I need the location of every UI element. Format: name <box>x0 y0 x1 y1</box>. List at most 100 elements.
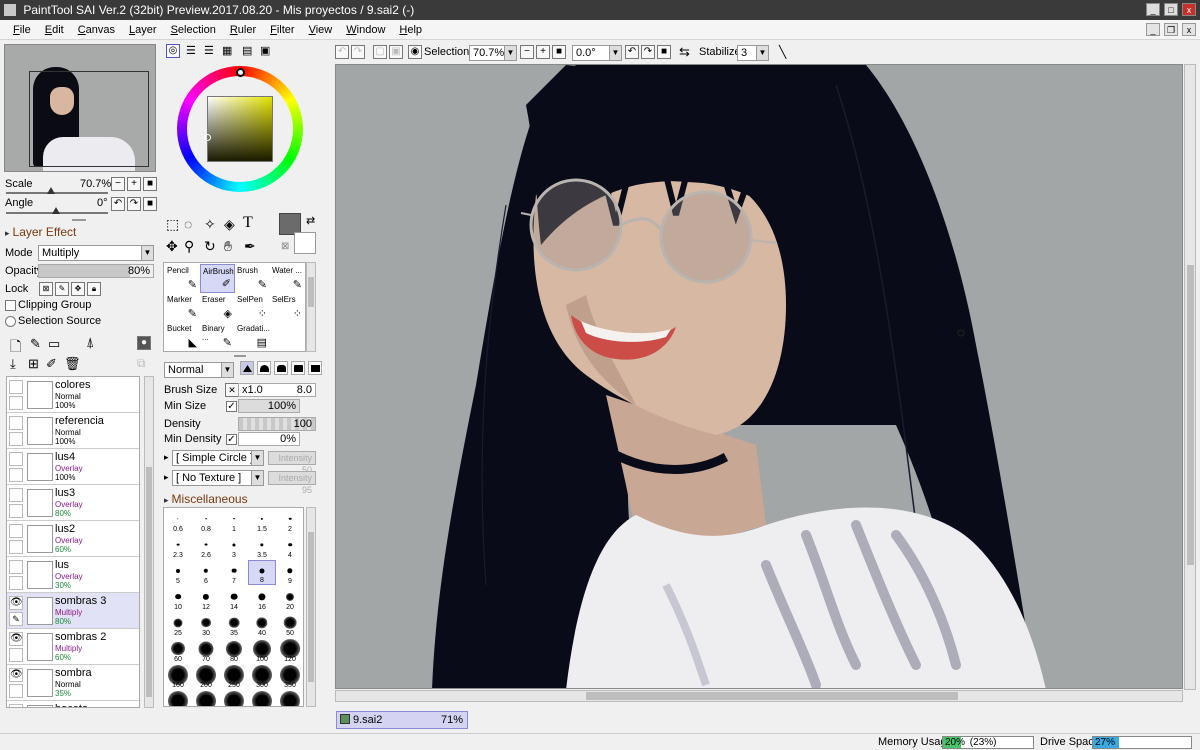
menu-selection[interactable]: Selection <box>164 24 223 36</box>
scratchpad-tab-icon[interactable]: ▤ <box>242 44 252 57</box>
layer-visibility-eye-icon[interactable]: 👁︎ <box>9 632 23 646</box>
brush-size-preset[interactable]: 700 <box>276 690 303 706</box>
brush-size-preset[interactable]: 400 <box>164 690 192 706</box>
brush-size-preset[interactable]: 30 <box>192 612 220 637</box>
layer-edit-pencil-icon[interactable] <box>9 576 23 590</box>
rotation-select[interactable]: 0.0° ▼ <box>572 45 622 61</box>
brush-size-range-icon[interactable]: ✕ <box>225 383 239 397</box>
brush-size-preset[interactable]: 10 <box>164 586 192 611</box>
layer-edit-pencil-icon[interactable] <box>9 432 23 446</box>
layer-edit-pencil-icon[interactable] <box>9 396 23 410</box>
invert-selection-button[interactable]: ▣ <box>389 45 403 59</box>
brush-size-preset[interactable]: 120 <box>276 638 303 663</box>
canvas-horizontal-scroll-thumb[interactable] <box>586 692 958 700</box>
deselect-button[interactable]: ▢ <box>373 45 387 59</box>
brush-size-preset[interactable]: 5 <box>164 560 192 585</box>
tool-selers[interactable]: SelErs ⁘ <box>270 293 305 322</box>
zoom-reset-button-2[interactable]: ■ <box>552 45 566 59</box>
density-slider[interactable]: 100 <box>238 417 316 431</box>
redo-button[interactable]: ↷ <box>351 45 365 59</box>
menu-file[interactable]: File <box>6 24 38 36</box>
layer-row[interactable]: lus4 Overlay 100% <box>7 449 139 485</box>
menu-window[interactable]: Window <box>339 24 392 36</box>
menu-help[interactable]: Help <box>392 24 429 36</box>
brush-size-preset[interactable]: 600 <box>248 690 276 706</box>
brush-size-preset[interactable]: 16 <box>248 586 276 611</box>
undo-button[interactable]: ↶ <box>335 45 349 59</box>
angle-slider-thumb[interactable] <box>52 207 60 214</box>
menu-edit[interactable]: Edit <box>38 24 71 36</box>
layer-edit-pencil-icon[interactable]: ✎ <box>9 612 23 626</box>
brush-size-preset[interactable]: 3 <box>220 534 248 559</box>
color-history-tab-icon[interactable]: ▣ <box>260 44 270 57</box>
brush-size-preset[interactable]: 50 <box>276 612 303 637</box>
blend-mode-select[interactable]: Multiply ▼ <box>38 245 154 261</box>
rotate-right-button[interactable]: ↷ <box>127 197 141 211</box>
layer-panel-menu-icon[interactable]: ● <box>137 336 151 350</box>
layer-row[interactable]: lus3 Overlay 80% <box>7 485 139 521</box>
move-tool-icon[interactable]: ✥ <box>166 238 178 255</box>
brush-size-preset[interactable]: 25 <box>164 612 192 637</box>
tool-selpen[interactable]: SelPen ⁘ <box>235 293 270 322</box>
rotate-left-button[interactable]: ↶ <box>111 197 125 211</box>
tool-palette-scroll-thumb[interactable] <box>308 277 314 307</box>
swatches-tab-icon[interactable]: ▦ <box>222 44 232 57</box>
brush-size-preset[interactable]: 9 <box>276 560 303 585</box>
menu-canvas[interactable]: Canvas <box>71 24 122 36</box>
brush-size-preset[interactable]: 250 <box>220 664 248 689</box>
brush-texture-select[interactable]: [ No Texture ] ▼ <box>172 470 264 486</box>
rotate-tool-icon[interactable]: ↻ <box>204 238 216 255</box>
clipping-group-checkbox[interactable] <box>5 300 16 311</box>
lock-transparency-icon[interactable]: ⊠ <box>39 282 53 296</box>
hsv-slider-tab-icon[interactable]: ☰ <box>204 44 214 57</box>
flip-horizontal-icon[interactable]: ⇆ <box>679 44 690 60</box>
rotate-right-button-2[interactable]: ↷ <box>641 45 655 59</box>
canvas-vertical-scroll-thumb[interactable] <box>1187 265 1194 565</box>
tool-pencil[interactable]: Pencil ✎ <box>165 264 200 293</box>
opacity-slider[interactable]: 80% <box>38 264 154 278</box>
color-picker-knob[interactable] <box>204 134 211 141</box>
canvas-horizontal-scrollbar[interactable] <box>335 690 1183 702</box>
layer-row[interactable]: lus Overlay 30% <box>7 557 139 593</box>
miscellaneous-heading[interactable]: Miscellaneous <box>164 492 248 506</box>
tool-palette-scrollbar[interactable] <box>306 262 316 352</box>
transparent-color-icon[interactable]: ⊠ <box>281 241 289 252</box>
brush-size-preset[interactable]: 80 <box>220 638 248 663</box>
brush-size-scroll-thumb[interactable] <box>308 532 314 682</box>
brush-size-preset[interactable]: 7 <box>220 560 248 585</box>
brush-size-preset[interactable]: 2 <box>276 508 303 533</box>
min-density-checkbox[interactable]: ✓ <box>226 434 237 445</box>
menu-layer[interactable]: Layer <box>122 24 164 36</box>
layer-list-scrollbar[interactable] <box>144 376 154 708</box>
eye-icon[interactable]: ◉ <box>408 45 422 59</box>
brush-size-preset[interactable]: 450 <box>192 690 220 706</box>
saturation-value-square[interactable] <box>207 96 273 162</box>
layer-visibility-eye-icon[interactable] <box>9 380 23 394</box>
layer-row[interactable]: boceto <box>7 701 139 707</box>
brush-tip-4[interactable] <box>291 361 305 375</box>
scale-slider-thumb[interactable] <box>47 187 55 194</box>
hand-tool-icon[interactable]: ✋︎ <box>224 238 232 255</box>
rotate-left-button-2[interactable]: ↶ <box>625 45 639 59</box>
lock-paint-icon[interactable]: ✎ <box>55 282 69 296</box>
menu-view[interactable]: View <box>302 24 340 36</box>
ruler-line-icon[interactable]: ╲ <box>779 44 786 60</box>
brush-size-preset[interactable]: 160 <box>164 664 192 689</box>
brush-size-preset[interactable]: 1 <box>220 508 248 533</box>
rotate-reset-button[interactable]: ■ <box>143 197 157 211</box>
layer-visibility-eye-icon[interactable]: 👁︎ <box>9 668 23 682</box>
selection-source-radio[interactable] <box>5 316 16 327</box>
maximize-button[interactable]: □ <box>1164 3 1178 16</box>
layer-list-scroll-thumb[interactable] <box>146 467 152 697</box>
brush-size-preset[interactable]: 2.6 <box>192 534 220 559</box>
layer-row[interactable]: 👁︎ ✎ sombras 3 Multiply 80% <box>7 593 139 629</box>
scale-slider[interactable] <box>6 192 108 194</box>
tool-brush[interactable]: Brush ✎ <box>235 264 270 293</box>
tool-airbrush[interactable]: AirBrush ✐ <box>200 264 235 293</box>
new-linework-layer-icon[interactable]: ✎ <box>30 336 41 352</box>
brush-tip-5[interactable] <box>308 361 322 375</box>
brush-size-preset[interactable]: 12 <box>192 586 220 611</box>
minimize-button[interactable]: _ <box>1146 3 1160 16</box>
zoom-out-button[interactable]: − <box>111 177 125 191</box>
brush-shape-expand-icon[interactable]: ▸ <box>164 452 169 463</box>
